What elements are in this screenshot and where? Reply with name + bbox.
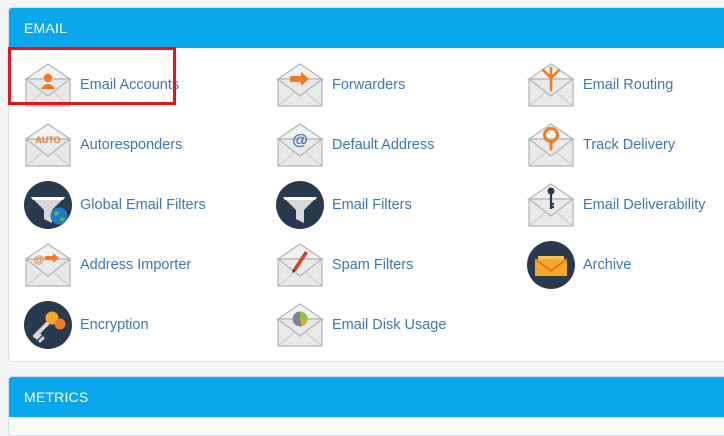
email-filters-link[interactable]: Email Filters	[275, 177, 412, 233]
envelope-auto-icon: AUTO	[23, 123, 73, 167]
spam-filters-label: Spam Filters	[332, 257, 414, 273]
envelope-pie-chart-icon	[275, 303, 325, 347]
envelope-map-pin-icon	[526, 123, 576, 167]
metrics-panel: METRICS	[8, 376, 724, 436]
envelope-pen-icon	[275, 243, 325, 287]
auto-badge-text: AUTO	[35, 135, 60, 145]
email-section-header: EMAIL	[9, 8, 724, 48]
default-address-link[interactable]: @ Default Address	[275, 117, 434, 173]
email-routing-label: Email Routing	[583, 77, 674, 93]
envelope-at-icon: @	[275, 123, 325, 167]
address-importer-label: Address Importer	[80, 257, 192, 273]
funnel-globe-icon	[24, 181, 72, 229]
forwarders-label: Forwarders	[332, 77, 406, 93]
address-importer-link[interactable]: @ Address Importer	[23, 237, 191, 293]
forwarders-link[interactable]: Forwarders	[275, 57, 405, 113]
email-routing-link[interactable]: Email Routing	[526, 57, 673, 113]
funnel-icon	[276, 181, 324, 229]
envelope-arrow-icon	[275, 63, 325, 107]
global-email-filters-label: Global Email Filters	[80, 197, 206, 213]
email-accounts-link[interactable]: Email Accounts	[23, 57, 179, 113]
svg-text:@: @	[292, 132, 308, 149]
envelope-user-icon	[23, 63, 73, 107]
email-accounts-label: Email Accounts	[80, 77, 180, 93]
email-filters-label: Email Filters	[332, 197, 412, 213]
email-disk-usage-label: Email Disk Usage	[332, 317, 447, 333]
email-deliverability-link[interactable]: Email Deliverability	[526, 177, 705, 233]
encryption-link[interactable]: Encryption	[23, 297, 149, 353]
email-disk-usage-link[interactable]: Email Disk Usage	[275, 297, 446, 353]
archive-icon	[527, 241, 575, 289]
envelope-routing-icon	[526, 63, 576, 107]
svg-text:@: @	[34, 254, 45, 266]
default-address-label: Default Address	[332, 137, 435, 153]
metrics-section-header: METRICS	[9, 377, 724, 417]
spam-filters-link[interactable]: Spam Filters	[275, 237, 413, 293]
track-delivery-label: Track Delivery	[583, 137, 676, 153]
track-delivery-link[interactable]: Track Delivery	[526, 117, 675, 173]
global-email-filters-link[interactable]: Global Email Filters	[23, 177, 206, 233]
email-deliverability-label: Email Deliverability	[583, 197, 706, 213]
autoresponders-label: Autoresponders	[80, 137, 183, 153]
archive-label: Archive	[583, 257, 632, 273]
encryption-keys-icon	[24, 301, 72, 349]
email-panel: EMAIL Email Accounts Forwarders Email Ro…	[8, 7, 724, 362]
envelope-key-icon	[526, 183, 576, 227]
archive-link[interactable]: Archive	[526, 237, 631, 293]
encryption-label: Encryption	[80, 317, 149, 333]
envelope-import-icon: @	[23, 243, 73, 287]
autoresponders-link[interactable]: AUTO Autoresponders	[23, 117, 182, 173]
